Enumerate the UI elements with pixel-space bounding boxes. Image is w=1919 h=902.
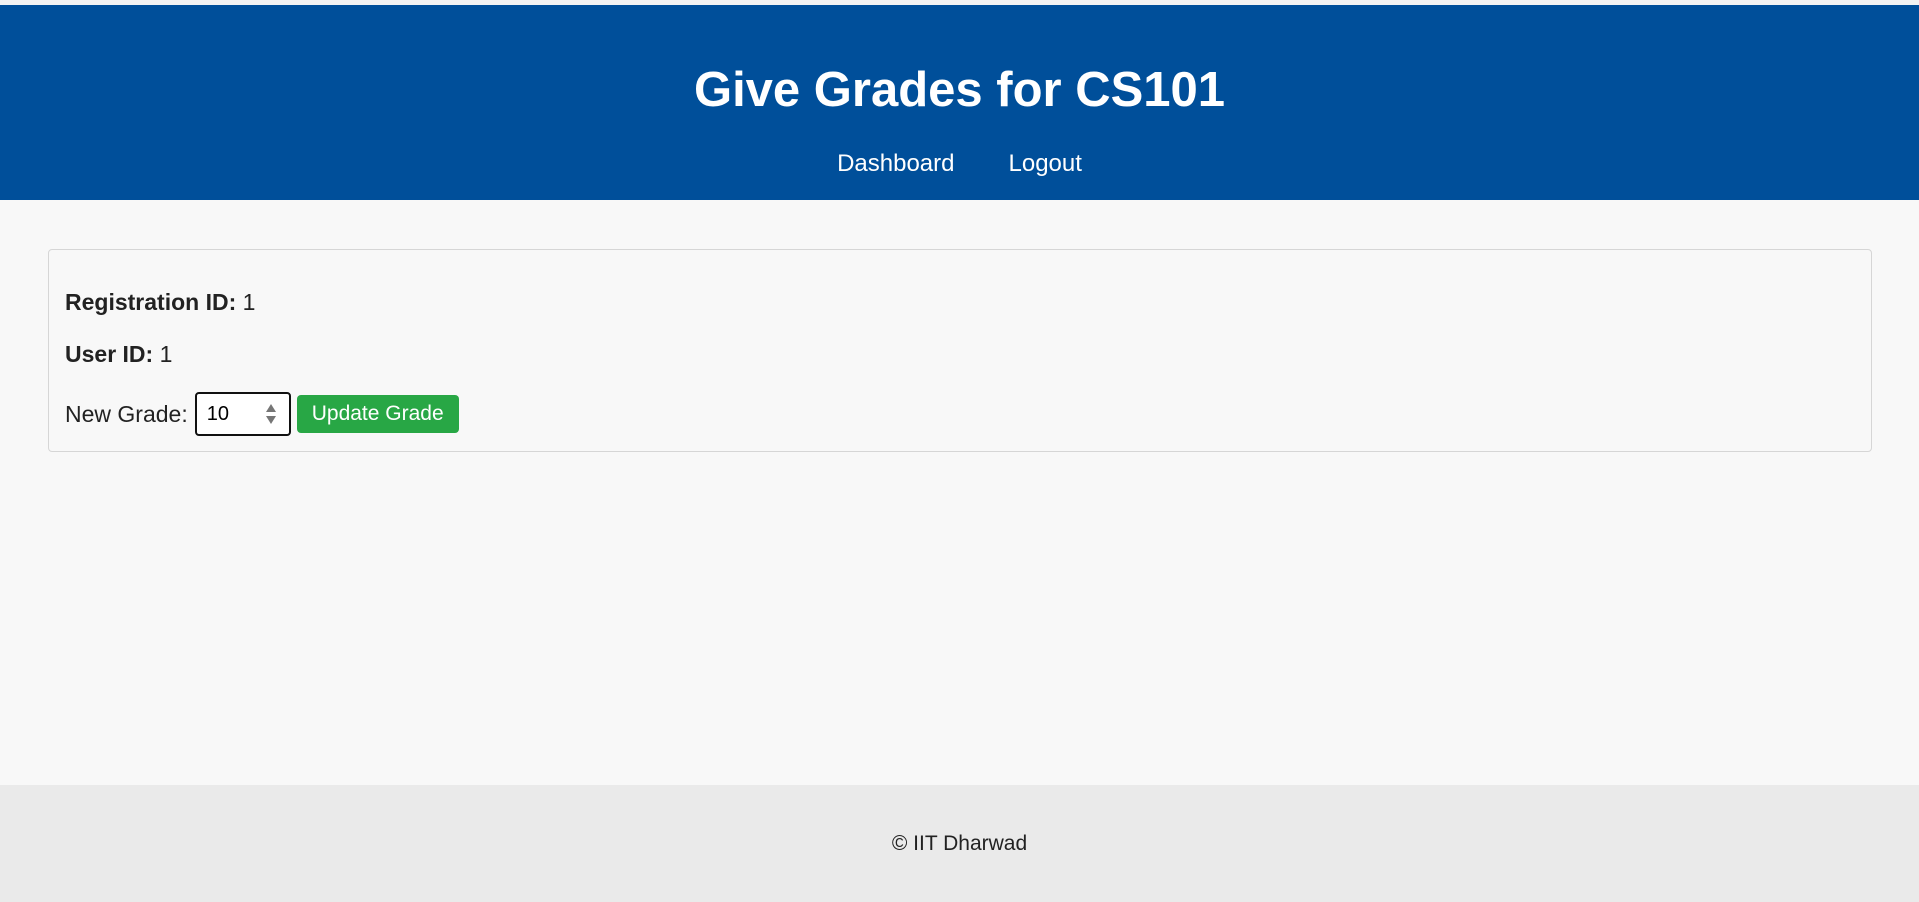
update-grade-button[interactable]: Update Grade [296,395,459,433]
nav-link-dashboard[interactable]: Dashboard [837,149,954,179]
nav-bar: Dashboard Logout [0,149,1919,179]
registration-id-value: 1 [242,289,256,315]
grade-number-input[interactable]: 10 [194,392,291,436]
page: Give Grades for CS101 Dashboard Logout R… [0,0,1919,902]
grade-card: Registration ID: 1 User ID: 1 New Grade:… [48,249,1872,452]
main-content: Registration ID: 1 User ID: 1 New Grade:… [0,200,1919,785]
grade-form: New Grade: 10 Update Grade [65,392,459,436]
registration-id-label: Registration ID: [65,289,237,315]
nav-link-logout[interactable]: Logout [1009,149,1082,179]
footer: © IIT Dharwad [0,785,1919,902]
user-id-label: User ID: [65,341,154,367]
footer-copyright: © IIT Dharwad [891,832,1028,855]
user-id-row: User ID: 1 [65,339,172,369]
header: Give Grades for CS101 Dashboard Logout [0,5,1919,200]
user-id-value: 1 [159,341,173,367]
new-grade-label: New Grade: [65,400,188,427]
grade-input-value: 10 [206,402,229,425]
registration-id-row: Registration ID: 1 [65,287,255,317]
page-title: Give Grades for CS101 [693,63,1226,117]
spinner-arrows-icon[interactable] [265,403,277,425]
